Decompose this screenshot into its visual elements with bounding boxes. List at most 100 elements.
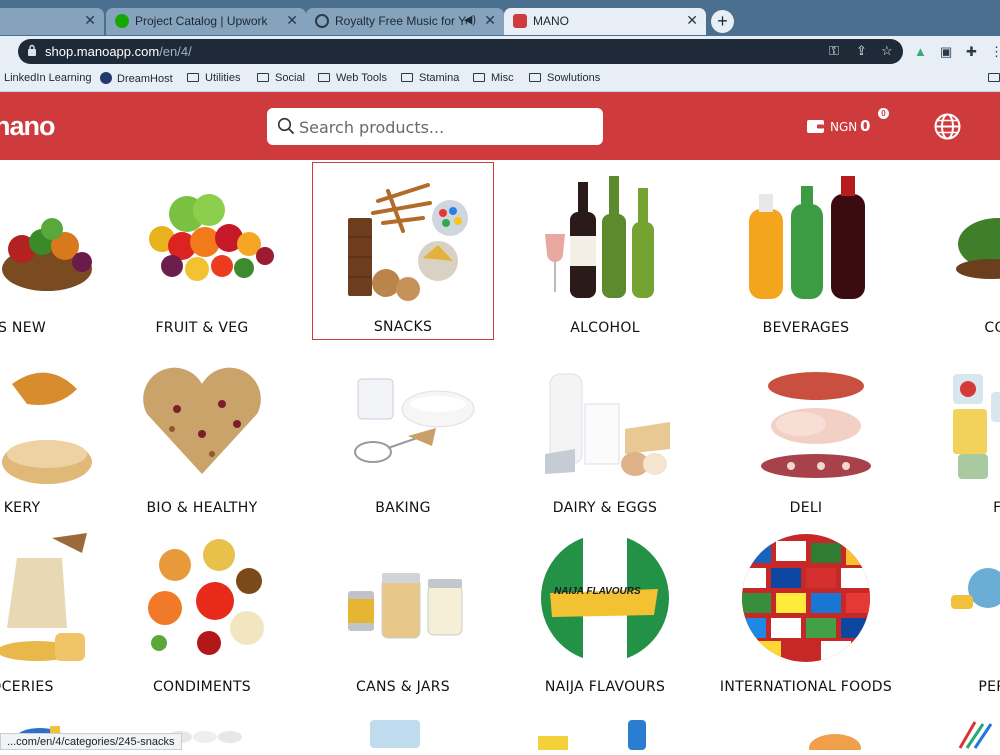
browser-tab-music[interactable]: Royalty Free Music for You ◀) ✕ xyxy=(306,8,504,35)
key-icon[interactable]: ⚿ xyxy=(829,43,839,59)
coffee-image xyxy=(956,218,1000,279)
category-label: NAIJA FLAVOURS xyxy=(544,679,666,695)
category-condiments[interactable]: CONDIMENTS xyxy=(112,523,292,699)
category-frozen[interactable]: FRO xyxy=(918,344,1000,520)
browser-tab-mano[interactable]: MANO ✕ xyxy=(504,8,706,35)
cleaning-image xyxy=(538,720,646,750)
category-row4-item[interactable] xyxy=(955,718,1000,750)
bookmark-folder-web-tools[interactable]: Web Tools xyxy=(318,72,387,84)
search-input[interactable] xyxy=(299,116,589,138)
international-foods-image xyxy=(742,534,870,662)
mano-favicon-icon xyxy=(513,14,527,28)
folder-icon[interactable] xyxy=(988,72,1000,84)
bookmark-folder-sowlutions[interactable]: Sowlutions xyxy=(529,72,600,84)
upwork-favicon-icon xyxy=(115,14,129,28)
globe-icon[interactable] xyxy=(934,113,961,140)
mano-logo[interactable]: nano xyxy=(0,111,55,142)
category-coffee[interactable]: COFFE xyxy=(918,164,1000,340)
dreamhost-icon xyxy=(100,72,112,84)
wallet-icon[interactable] xyxy=(806,118,825,134)
tab-title: Project Catalog | Upwork xyxy=(135,14,268,28)
browser-tab-upwork[interactable]: Project Catalog | Upwork ✕ xyxy=(106,8,306,35)
personal-care-image xyxy=(951,568,1000,609)
share-icon[interactable]: ⇪ xyxy=(856,43,867,59)
category-naija-flavours[interactable]: NAIJA FLAVOURS NAIJA FLAVOURS xyxy=(515,523,695,699)
vue-extension-icon[interactable]: ▲ xyxy=(914,44,927,59)
bakery-image xyxy=(2,372,92,484)
beverages-image xyxy=(749,176,865,299)
audio-playing-icon[interactable]: ◀) xyxy=(464,13,476,26)
snacks-image xyxy=(348,183,468,301)
category-international-foods[interactable]: INTERNATIONAL FOODS xyxy=(716,523,896,699)
category-snacks[interactable]: SNACKS xyxy=(312,162,494,340)
category-label: SNACKS xyxy=(373,319,433,335)
category-bakery[interactable]: KERY xyxy=(0,344,112,520)
tab-close-icon[interactable]: ✕ xyxy=(686,12,698,29)
bookmark-label: Web Tools xyxy=(336,72,387,84)
category-whats-new[interactable]: S NEW xyxy=(0,164,112,340)
groceries-image xyxy=(0,533,87,661)
lock-icon xyxy=(28,44,36,56)
category-label: DAIRY & EGGS xyxy=(552,500,658,516)
bookmark-folder-misc[interactable]: Misc xyxy=(473,72,514,84)
bookmark-dreamhost[interactable]: DreamHost xyxy=(100,72,173,85)
frozen-image xyxy=(953,374,1000,479)
category-deli[interactable]: DELI xyxy=(716,344,896,520)
category-label: FRO xyxy=(993,500,1000,516)
dairy-eggs-image xyxy=(545,373,670,476)
category-label: COFFE xyxy=(984,320,1000,336)
bookmark-folder-stamina[interactable]: Stamina xyxy=(401,72,459,84)
wallet-balance: 0 xyxy=(860,117,871,135)
category-label: INTERNATIONAL FOODS xyxy=(719,679,893,695)
notification-badge: 0 xyxy=(878,108,889,119)
address-bar[interactable]: shop.manoapp.com/en/4/ ⚿ ⇪ ☆ xyxy=(18,39,903,64)
category-personal-care[interactable]: PERSON xyxy=(918,523,1000,699)
bookmark-label: Sowlutions xyxy=(547,72,601,84)
condiments-image xyxy=(148,539,264,655)
stationery-image xyxy=(958,721,993,749)
cans-jars-image xyxy=(348,573,463,639)
category-beverages[interactable]: BEVERAGES xyxy=(716,164,896,340)
tab-title: MANO xyxy=(533,14,569,28)
face-mask-image xyxy=(370,720,420,748)
fruit-veg-image xyxy=(149,194,274,281)
profile-extension-icon[interactable]: ▣ xyxy=(940,44,952,60)
more-menu-icon[interactable]: ⋮ xyxy=(990,44,1000,60)
naija-flavours-image xyxy=(541,534,669,662)
tab-close-icon[interactable]: ✕ xyxy=(484,12,496,29)
category-row4-item[interactable] xyxy=(528,716,668,750)
folder-icon xyxy=(401,73,413,82)
bookmark-star-icon[interactable]: ☆ xyxy=(881,43,893,59)
category-fruit-veg[interactable]: FRUIT & VEG xyxy=(112,164,292,340)
baking-image xyxy=(354,378,475,463)
category-row4-item[interactable] xyxy=(805,732,865,755)
folder-icon xyxy=(257,73,269,82)
search-box[interactable] xyxy=(267,108,603,145)
bookmark-folder-utilities[interactable]: Utilities xyxy=(187,72,240,84)
bookmark-linkedin-learning[interactable]: LinkedIn Learning xyxy=(4,72,91,84)
tab-close-icon[interactable]: ✕ xyxy=(286,12,298,29)
baby-image xyxy=(809,734,861,755)
folder-icon xyxy=(529,73,541,82)
search-icon xyxy=(277,117,295,135)
category-label: BIO & HEALTHY xyxy=(146,500,258,516)
bookmark-folder-social[interactable]: Social xyxy=(257,72,305,84)
browser-tab[interactable]: ✕ xyxy=(0,8,104,35)
new-tab-button[interactable]: + xyxy=(711,10,734,33)
extensions-puzzle-icon[interactable]: ✚ xyxy=(966,44,977,60)
music-favicon-icon xyxy=(315,14,329,28)
url-text: shop.manoapp.com/en/4/ xyxy=(45,44,192,59)
category-bio-healthy[interactable]: BIO & HEALTHY xyxy=(112,344,292,520)
category-cans-jars[interactable]: CANS & JARS xyxy=(313,523,493,699)
browser-toolbar: shop.manoapp.com/en/4/ ⚿ ⇪ ☆ xyxy=(0,36,1000,68)
folder-icon xyxy=(318,73,330,82)
category-groceries[interactable]: OCERIES xyxy=(0,523,112,699)
category-label: DELI xyxy=(789,500,823,516)
category-baking[interactable]: BAKING xyxy=(313,344,493,520)
category-row4-item[interactable] xyxy=(360,712,430,750)
bookmark-label: DreamHost xyxy=(117,73,173,85)
category-alcohol[interactable]: ALCOHOL xyxy=(515,164,695,340)
category-label: CANS & JARS xyxy=(356,679,450,695)
tab-close-icon[interactable]: ✕ xyxy=(84,12,96,29)
category-dairy-eggs[interactable]: DAIRY & EGGS xyxy=(515,344,695,520)
